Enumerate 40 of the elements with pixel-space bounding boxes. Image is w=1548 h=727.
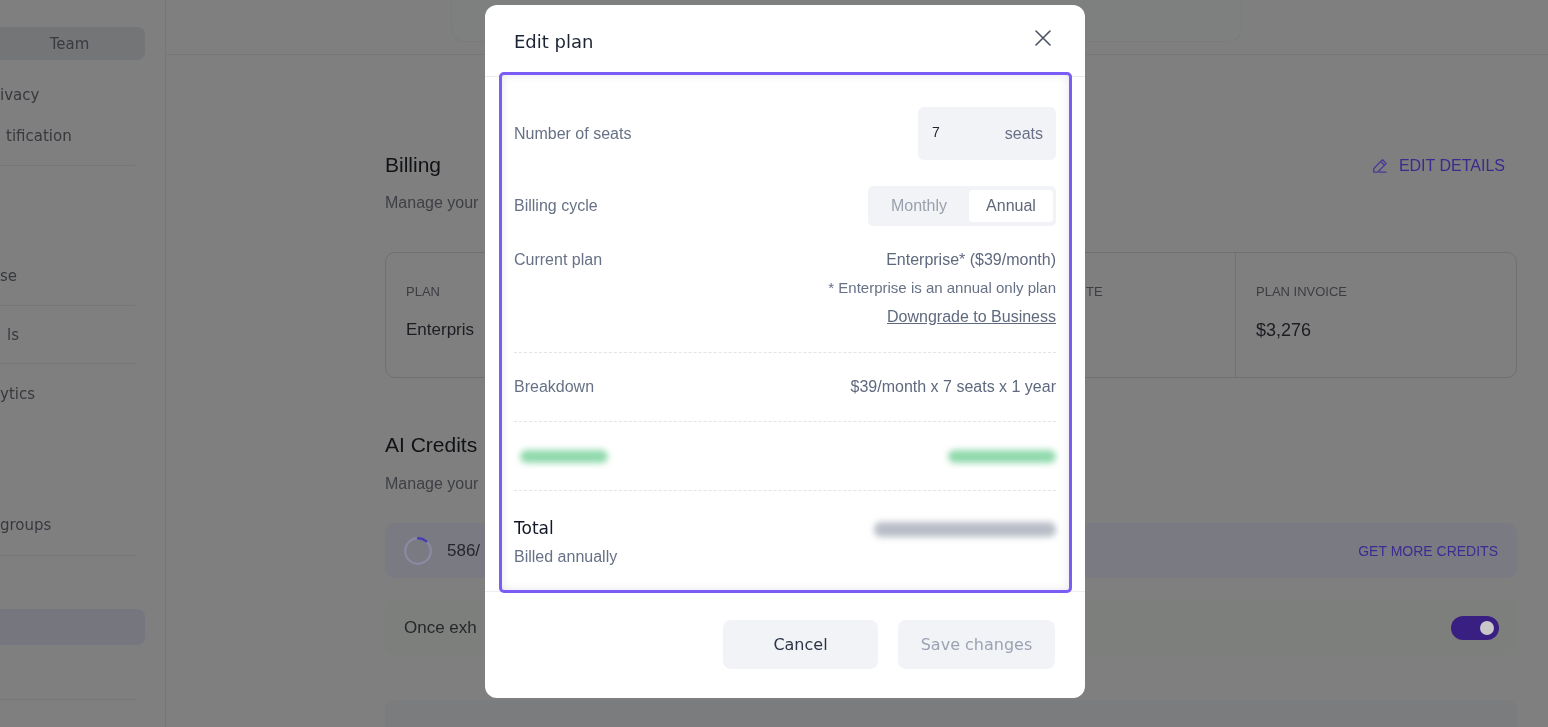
sidebar-item[interactable]: ytics [0, 374, 35, 415]
downgrade-link[interactable]: Downgrade to Business [887, 307, 1056, 327]
plan-card-value: Enterpris [406, 319, 475, 341]
plan-value: Enterprise* ($39/month) [886, 250, 1056, 270]
sidebar-item[interactable]: tification [0, 116, 72, 157]
get-more-credits-button[interactable]: GET MORE CREDITS [1358, 542, 1498, 559]
breakdown-value: $39/month x 7 seats x 1 year [850, 377, 1056, 397]
plan-note: * Enterprise is an annual only plan [828, 278, 1056, 298]
section-title: AI Credits [385, 432, 478, 458]
field-label: Breakdown [514, 377, 595, 397]
section-subtitle: Manage your [385, 193, 479, 213]
billing-cycle-option[interactable]: Monthly [872, 190, 966, 222]
pencil-icon [1371, 158, 1388, 174]
sidebar-item[interactable]: se [0, 256, 18, 297]
sidebar-item[interactable]: groups [0, 505, 52, 546]
seats-input[interactable]: 7 seats [918, 107, 1056, 160]
total-label: Total [514, 517, 554, 540]
section-title: Billing [385, 152, 442, 178]
cancel-button[interactable]: Cancel [723, 620, 878, 669]
field-label: Current plan [514, 250, 603, 270]
dialog-title: Edit plan [514, 30, 594, 52]
billing-note: Billed annually [514, 547, 618, 567]
sidebar-item[interactable]: ls [0, 315, 19, 356]
plan-card-label: PLAN INVOICE [1256, 283, 1348, 301]
section-subtitle: Manage your [385, 474, 479, 494]
edit-details-button[interactable]: EDIT DETAILS [1371, 155, 1505, 177]
auto-reload-text: Once exh [404, 617, 477, 638]
field-label: Billing cycle [514, 196, 598, 216]
plan-card-label: PLAN [406, 283, 440, 301]
field-label: Number of seats [514, 123, 632, 144]
plan-card-value: $3,276 [1256, 319, 1312, 342]
plan-card-label: TE [1086, 283, 1103, 301]
team-button[interactable]: Team [0, 27, 145, 60]
credits-usage: 586/ [447, 540, 481, 561]
toggle-switch[interactable] [1451, 615, 1499, 640]
close-icon [1035, 30, 1051, 46]
billing-cycle-option[interactable]: Annual [969, 190, 1053, 222]
sidebar-item[interactable]: ivacy [0, 75, 40, 116]
progress-ring-icon [404, 536, 432, 565]
close-button[interactable] [1033, 28, 1053, 48]
